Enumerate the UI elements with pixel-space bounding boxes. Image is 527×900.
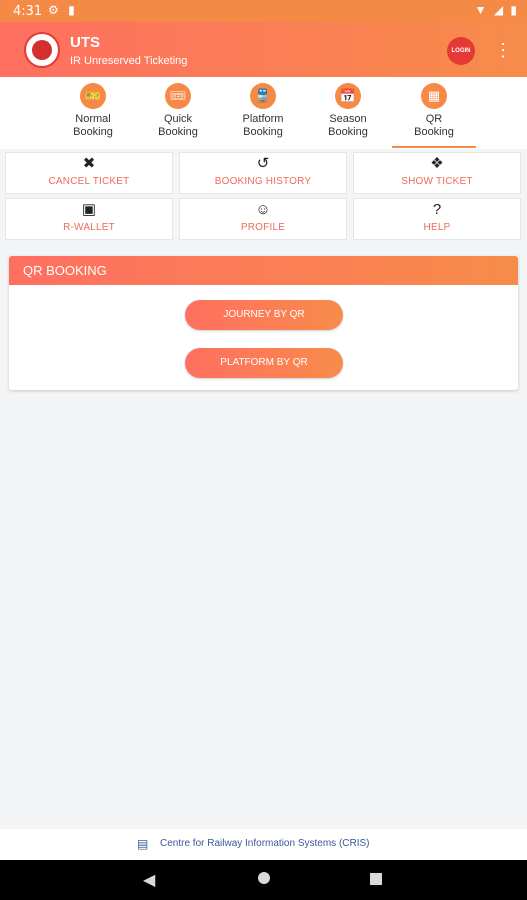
show-ticket-icon: ❖: [430, 155, 444, 172]
quick-ticket-icon: 🎟: [165, 83, 191, 109]
status-time: 4:31: [13, 4, 43, 19]
booking-history-button[interactable]: ↺ BOOKING HISTORY: [179, 152, 347, 194]
profile-icon: ☺: [255, 201, 271, 218]
show-ticket-button[interactable]: ❖ SHOW TICKET: [353, 152, 521, 194]
cancel-ticket-label: CANCEL TICKET: [48, 176, 130, 187]
logo-emblem-icon: [32, 40, 52, 60]
cancel-icon: ✖: [82, 155, 96, 172]
footer-text: Centre for Railway Information Systems (…: [160, 838, 370, 849]
app-subtitle: IR Unreserved Ticketing: [70, 55, 188, 67]
battery-icon: ▮: [510, 3, 517, 17]
app-logo: [24, 32, 60, 68]
booking-history-label: BOOKING HISTORY: [214, 176, 312, 187]
cris-logo-icon: ▤: [137, 837, 149, 851]
settings-icon: ⚙: [48, 3, 59, 17]
train-icon: 🚆: [250, 83, 276, 109]
status-icons-left: ⚙ ▮: [48, 3, 81, 17]
back-icon[interactable]: ◀: [143, 870, 155, 890]
help-icon: ?: [432, 201, 442, 218]
cancel-ticket-button[interactable]: ✖ CANCEL TICKET: [5, 152, 173, 194]
qr-booking-title: QR BOOKING: [9, 256, 518, 285]
footer: ▤ Centre for Railway Information Systems…: [0, 829, 527, 860]
help-label: HELP: [423, 222, 451, 233]
login-button[interactable]: LOGIN: [447, 37, 475, 65]
system-nav-bar: ◀: [0, 860, 527, 900]
home-icon[interactable]: [258, 872, 270, 884]
app-title: UTS: [70, 34, 100, 51]
tab-quick-booking[interactable]: 🎟 Quick Booking: [138, 83, 218, 147]
help-button[interactable]: ? HELP: [353, 198, 521, 240]
calendar-icon: 📅: [335, 83, 361, 109]
ticket-icon: 🎫: [80, 83, 106, 109]
profile-label: PROFILE: [240, 222, 286, 233]
recents-icon[interactable]: [370, 873, 382, 885]
sim-icon: ▮: [68, 3, 75, 17]
r-wallet-button[interactable]: ▣ R-WALLET: [5, 198, 173, 240]
signal-icon: ◢: [493, 3, 504, 17]
status-icons-right: ▼ ◢ ▮: [471, 3, 517, 17]
tab-season-booking[interactable]: 📅 Season Booking: [308, 83, 388, 147]
tab-label: Season Booking: [328, 113, 368, 138]
history-icon: ↺: [256, 155, 270, 172]
wifi-icon: ▼: [474, 3, 487, 17]
tab-label: Normal Booking: [73, 113, 113, 138]
app-bar: UTS IR Unreserved Ticketing LOGIN ⋮: [0, 22, 527, 77]
tab-normal-booking[interactable]: 🎫 Normal Booking: [53, 83, 133, 147]
booking-tabs: 🎫 Normal Booking 🎟 Quick Booking 🚆 Platf…: [0, 77, 527, 149]
status-bar: 4:31 ⚙ ▮ ▼ ◢ ▮: [0, 0, 527, 22]
tab-label: Quick Booking: [158, 113, 198, 138]
qr-booking-card: QR BOOKING JOURNEY BY QR PLATFORM BY QR: [9, 256, 518, 390]
tab-label: Platform Booking: [242, 113, 284, 138]
more-options-icon[interactable]: ⋮: [494, 36, 512, 64]
show-ticket-label: SHOW TICKET: [401, 176, 473, 187]
journey-by-qr-button[interactable]: JOURNEY BY QR: [185, 300, 343, 330]
tab-qr-booking[interactable]: ▦ QR Booking: [394, 83, 474, 147]
tab-label: QR Booking: [414, 113, 454, 138]
tab-platform-booking[interactable]: 🚆 Platform Booking: [223, 83, 303, 147]
platform-by-qr-button[interactable]: PLATFORM BY QR: [185, 348, 343, 378]
qr-code-icon: ▦: [421, 83, 447, 109]
active-tab-indicator: [392, 146, 476, 148]
profile-button[interactable]: ☺ PROFILE: [179, 198, 347, 240]
wallet-icon: ▣: [81, 201, 97, 218]
r-wallet-label: R-WALLET: [63, 222, 115, 233]
quick-actions-grid: ✖ CANCEL TICKET ↺ BOOKING HISTORY ❖ SHOW…: [5, 152, 523, 242]
